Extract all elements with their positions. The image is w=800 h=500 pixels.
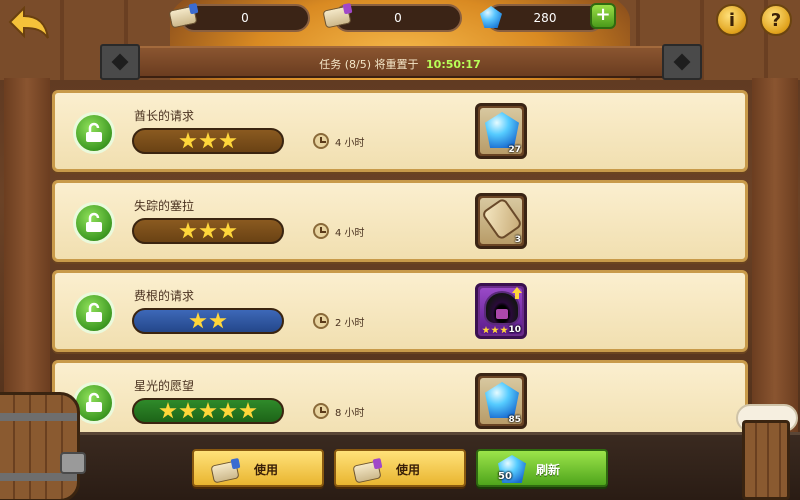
use-blue-label: 使用 bbox=[254, 463, 279, 477]
reward-slot[interactable]: 27 bbox=[475, 103, 527, 159]
back-arrow-icon bbox=[8, 5, 49, 39]
duration-text: 4 小时 bbox=[335, 137, 365, 149]
reward-quantity: 10 bbox=[508, 325, 521, 335]
star-icon bbox=[179, 222, 197, 239]
star-icon bbox=[239, 402, 257, 419]
duration-text: 8 小时 bbox=[335, 407, 365, 419]
refresh-label: 刷新 bbox=[536, 463, 561, 477]
purple-scroll-counter: 0 bbox=[322, 4, 462, 32]
reward-quantity: 85 bbox=[508, 415, 521, 425]
refresh-button[interactable]: 50 刷新 bbox=[476, 449, 608, 487]
hero-shard-icon bbox=[484, 291, 520, 325]
quest-screen: 0 0 280 + i ? 任务 (8/5) 将重置于 10:50:17 酋长的… bbox=[0, 0, 800, 500]
difficulty-stars bbox=[132, 398, 284, 424]
star-icon bbox=[219, 402, 237, 419]
reward-quantity: 27 bbox=[508, 145, 521, 155]
star-icon bbox=[219, 132, 237, 149]
quest-duration: 4 小时 bbox=[313, 133, 365, 149]
difficulty-stars bbox=[132, 218, 284, 244]
star-icon bbox=[209, 312, 227, 329]
unlock-icon bbox=[73, 112, 115, 154]
beer-mug-decor bbox=[742, 420, 790, 500]
reset-notice: 任务 (8/5) 将重置于 10:50:17 bbox=[100, 56, 700, 72]
add-gems-button[interactable]: + bbox=[590, 3, 616, 29]
quest-card[interactable]: 费根的请求 2 小时 10 bbox=[52, 270, 748, 352]
purple-scroll-value: 0 bbox=[394, 11, 402, 25]
star-icon bbox=[491, 326, 499, 334]
quest-duration: 2 小时 bbox=[313, 313, 365, 329]
quest-card[interactable]: 星光的愿望 8 小时 85 bbox=[52, 360, 748, 432]
star-icon bbox=[500, 326, 508, 334]
blue-scroll-value: 0 bbox=[241, 11, 249, 25]
star-icon bbox=[179, 132, 197, 149]
post-right bbox=[752, 78, 798, 438]
clock-icon bbox=[313, 313, 329, 329]
quest-duration: 8 小时 bbox=[313, 403, 365, 419]
star-icon bbox=[199, 402, 217, 419]
quest-list[interactable]: 酋长的请求 4 小时 27 失踪的塞拉 4 小时 3 费根的请求 2 小时 10… bbox=[52, 88, 748, 432]
reset-notice-text: 任务 (8/5) 将重置于 bbox=[319, 58, 419, 71]
unlock-icon bbox=[73, 202, 115, 244]
clock-icon bbox=[313, 133, 329, 149]
quest-duration: 4 小时 bbox=[313, 223, 365, 239]
quest-name: 星光的愿望 bbox=[134, 379, 195, 393]
use-purple-label: 使用 bbox=[396, 463, 421, 477]
clock-icon bbox=[313, 403, 329, 419]
duration-text: 4 小时 bbox=[335, 227, 365, 239]
post-left bbox=[4, 78, 50, 438]
info-button[interactable]: i bbox=[716, 4, 748, 36]
star-icon bbox=[199, 132, 217, 149]
duration-text: 2 小时 bbox=[335, 317, 365, 329]
help-button[interactable]: ? bbox=[760, 4, 792, 36]
unlock-icon bbox=[73, 292, 115, 334]
quest-card[interactable]: 失踪的塞拉 4 小时 3 bbox=[52, 180, 748, 262]
blue-scroll-counter: 0 bbox=[168, 4, 310, 32]
tap-decor bbox=[60, 452, 86, 474]
back-button[interactable] bbox=[8, 5, 50, 40]
star-icon bbox=[199, 222, 217, 239]
quest-name: 费根的请求 bbox=[134, 289, 195, 303]
barrel-decor bbox=[0, 392, 80, 500]
purple-scroll-icon bbox=[352, 457, 382, 484]
blue-scroll-icon bbox=[210, 457, 240, 484]
gem-counter: 280 + bbox=[480, 3, 616, 32]
reward-slot[interactable]: 10 bbox=[475, 283, 527, 339]
bolt-left bbox=[100, 44, 140, 80]
refresh-cost: 50 bbox=[498, 471, 512, 482]
hero-stars bbox=[482, 326, 508, 334]
quest-name: 酋长的请求 bbox=[134, 109, 195, 123]
star-icon bbox=[159, 402, 177, 419]
use-purple-scroll-button[interactable]: 使用 bbox=[334, 449, 466, 487]
action-bar: 使用 使用 50 刷新 bbox=[0, 432, 800, 500]
star-icon bbox=[219, 222, 237, 239]
gem-value: 280 bbox=[533, 11, 557, 25]
difficulty-stars bbox=[132, 308, 284, 334]
reward-quantity: 3 bbox=[514, 235, 521, 245]
star-icon bbox=[482, 326, 490, 334]
reward-slot[interactable]: 3 bbox=[475, 193, 527, 249]
clock-icon bbox=[313, 223, 329, 239]
star-icon bbox=[189, 312, 207, 329]
difficulty-stars bbox=[132, 128, 284, 154]
star-icon bbox=[179, 402, 197, 419]
reset-timer: 10:50:17 bbox=[426, 58, 481, 71]
quest-card[interactable]: 酋长的请求 4 小时 27 bbox=[52, 90, 748, 172]
header-plank: 任务 (8/5) 将重置于 10:50:17 bbox=[100, 46, 700, 78]
reward-slot[interactable]: 85 bbox=[475, 373, 527, 429]
bolt-right bbox=[662, 44, 702, 80]
quest-name: 失踪的塞拉 bbox=[134, 199, 195, 213]
use-blue-scroll-button[interactable]: 使用 bbox=[192, 449, 324, 487]
